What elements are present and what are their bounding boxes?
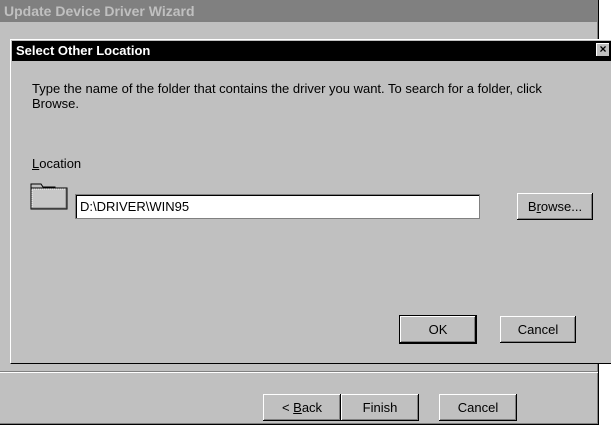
dialog-title-text: Select Other Location	[16, 43, 151, 58]
folder-icon	[30, 183, 68, 210]
wizard-cancel-button[interactable]: Cancel	[439, 394, 517, 421]
dialog-cancel-button[interactable]: Cancel	[500, 316, 576, 343]
wizard-title: Update Device Driver Wizard	[0, 0, 598, 22]
location-label: Location	[32, 156, 81, 171]
browse-label-pre: B	[527, 199, 537, 214]
close-icon[interactable]: ×	[596, 43, 610, 57]
dialog-title: Select Other Location	[12, 41, 611, 61]
select-other-location-dialog: Select Other Location × Type the name of…	[10, 39, 611, 364]
finish-button[interactable]: Finish	[341, 394, 419, 421]
ok-button[interactable]: OK	[400, 316, 476, 343]
location-input[interactable]	[75, 194, 480, 219]
dialog-cancel-button-label: Cancel	[517, 322, 559, 337]
wizard-divider	[0, 371, 598, 373]
back-button-mnemonic: B	[293, 400, 302, 415]
location-label-rest: ocation	[39, 156, 82, 171]
browse-button[interactable]: Browse...	[517, 193, 593, 220]
finish-button-label: Finish	[362, 400, 398, 415]
back-button[interactable]: < Back	[263, 394, 341, 421]
back-button-label-post: ack	[301, 400, 323, 415]
wizard-cancel-button-label: Cancel	[457, 400, 499, 415]
back-button-label-pre: <	[281, 400, 294, 415]
browse-label-post: owse...	[540, 199, 583, 214]
instructions-text: Type the name of the folder that contain…	[32, 81, 542, 111]
ok-button-label: OK	[428, 322, 448, 337]
